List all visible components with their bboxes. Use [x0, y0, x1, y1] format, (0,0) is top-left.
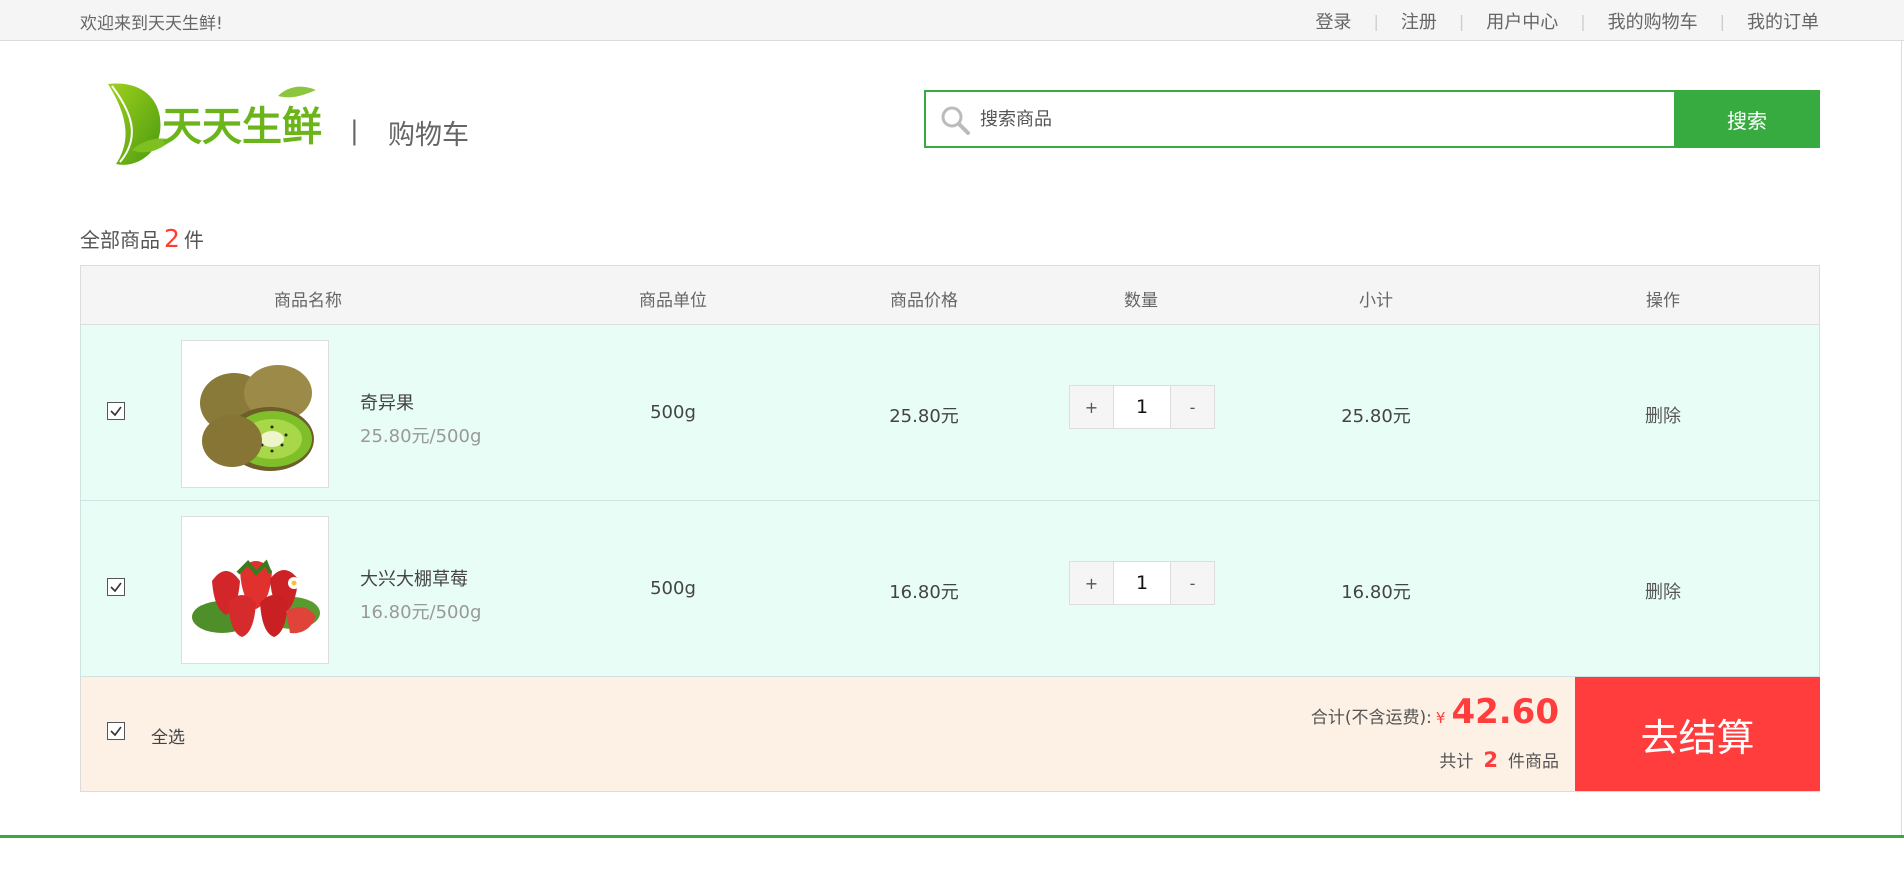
login-link[interactable]: 登录 [1315, 8, 1351, 34]
kiwi-image[interactable] [181, 340, 329, 488]
search-icon [940, 105, 970, 135]
quantity-stepper: + 1 - [1069, 561, 1215, 605]
product-unit-price: 16.80元/500g [360, 602, 482, 623]
decrease-button[interactable]: - [1171, 562, 1214, 604]
product-unit: 500g [650, 402, 696, 423]
product-unit: 500g [650, 578, 696, 599]
cart-footer: 全选 合计(不含运费): ¥ 42.60 共计 2 件商品 去结算 [80, 677, 1820, 792]
quantity-stepper: + 1 - [1069, 385, 1215, 429]
top-links: 登录 | 注册 | 用户中心 | 我的购物车 | 我的订单 [1315, 8, 1819, 34]
page-title: 购物车 [388, 120, 469, 151]
count-line-suffix: 件商品 [1508, 752, 1559, 772]
quantity-input[interactable]: 1 [1113, 386, 1171, 428]
strawberry-image[interactable] [181, 516, 329, 664]
header-divider: | [350, 116, 359, 146]
column-header-quantity: 数量 [1124, 291, 1158, 311]
link-separator: | [1719, 11, 1725, 31]
my-cart-link[interactable]: 我的购物车 [1608, 8, 1698, 34]
delete-button[interactable]: 删除 [1645, 402, 1681, 428]
check-icon [110, 582, 122, 593]
register-link[interactable]: 注册 [1401, 8, 1437, 34]
select-all-label[interactable]: 全选 [151, 723, 185, 748]
row-checkbox[interactable] [107, 402, 125, 420]
count-suffix: 件 [183, 228, 204, 252]
product-price: 16.80元 [889, 582, 959, 603]
product-name[interactable]: 奇异果 [360, 389, 414, 415]
my-orders-link[interactable]: 我的订单 [1747, 8, 1819, 34]
logo-leaf-icon: 天天生鲜 [108, 83, 322, 165]
count-line: 共计 2 件商品 [1439, 747, 1559, 772]
row-checkbox[interactable] [107, 578, 125, 596]
site-logo[interactable]: 天天生鲜 [102, 80, 327, 170]
welcome-text: 欢迎来到天天生鲜! [80, 14, 223, 34]
count-prefix: 全部商品 [80, 228, 160, 252]
footer-divider [0, 835, 1904, 838]
column-header-action: 操作 [1646, 291, 1680, 311]
total-amount: 42.60 [1451, 692, 1559, 732]
select-all-checkbox[interactable] [107, 722, 125, 740]
product-price: 25.80元 [889, 406, 959, 427]
link-separator: | [1580, 11, 1586, 31]
table-header: 商品名称 商品单位 商品价格 数量 小计 操作 [80, 265, 1820, 325]
cart-table: 商品名称 商品单位 商品价格 数量 小计 操作 奇异果 25.80元/500g … [80, 265, 1820, 792]
column-header-unit: 商品单位 [639, 291, 707, 311]
decrease-button[interactable]: - [1171, 386, 1214, 428]
product-name[interactable]: 大兴大棚草莓 [360, 565, 468, 591]
increase-button[interactable]: + [1070, 386, 1113, 428]
product-unit-price: 25.80元/500g [360, 426, 482, 447]
column-header-price: 商品价格 [890, 291, 958, 311]
column-header-subtotal: 小计 [1359, 291, 1393, 311]
user-center-link[interactable]: 用户中心 [1486, 8, 1558, 34]
cart-item-count: 全部商品 2 件 [80, 224, 204, 253]
count-line-number: 2 [1483, 748, 1498, 772]
delete-button[interactable]: 删除 [1645, 578, 1681, 604]
link-separator: | [1373, 11, 1379, 31]
logo-text: 天天生鲜 [162, 104, 322, 150]
increase-button[interactable]: + [1070, 562, 1113, 604]
checkout-button[interactable]: 去结算 [1575, 677, 1820, 791]
search-button[interactable]: 搜索 [1674, 90, 1820, 148]
row-subtotal: 16.80元 [1341, 582, 1411, 603]
top-bar: 欢迎来到天天生鲜! 登录 | 注册 | 用户中心 | 我的购物车 | 我的订单 [0, 0, 1904, 41]
page-edge-divider [1901, 41, 1902, 837]
table-row: 大兴大棚草莓 16.80元/500g 500g 16.80元 + 1 - 16.… [80, 501, 1820, 677]
count-number: 2 [164, 224, 180, 253]
total-label: 合计(不含运费): [1310, 708, 1432, 728]
row-subtotal: 25.80元 [1341, 406, 1411, 427]
total-line: 合计(不含运费): ¥ 42.60 [1311, 692, 1559, 732]
check-icon [110, 406, 122, 417]
table-row: 奇异果 25.80元/500g 500g 25.80元 + 1 - 25.80元… [80, 325, 1820, 501]
search-input[interactable] [980, 92, 1660, 146]
count-line-prefix: 共计 [1439, 752, 1474, 772]
link-separator: | [1458, 11, 1465, 31]
check-icon [110, 726, 122, 737]
search-bar: 搜索 [924, 90, 1820, 148]
currency-symbol: ¥ [1435, 709, 1446, 727]
quantity-input[interactable]: 1 [1113, 562, 1171, 604]
column-header-name: 商品名称 [274, 291, 342, 311]
